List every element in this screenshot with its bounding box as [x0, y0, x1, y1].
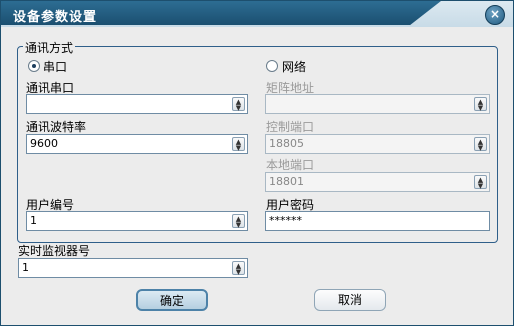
matrix-addr-select[interactable]: ▲ ▼ — [265, 94, 490, 114]
monitor-spinner[interactable]: 1 ▲ ▼ — [18, 258, 248, 278]
spinner-arrows-icon[interactable]: ▲ ▼ — [474, 137, 487, 152]
password-input[interactable]: ****** — [265, 211, 490, 231]
local-port-spinner[interactable]: 18801 ▲ ▼ — [265, 172, 490, 192]
dropdown-arrows-icon[interactable]: ▲ ▼ — [232, 137, 245, 152]
window-title: 设备参数设置 — [13, 10, 98, 25]
title-bar[interactable]: 设备参数设置 × — [1, 1, 513, 27]
spinner-arrows-icon[interactable]: ▲ ▼ — [232, 214, 245, 229]
baud-select[interactable]: 9600 ▲ ▼ — [26, 134, 248, 154]
close-button[interactable]: × — [485, 5, 505, 25]
ctrl-port-label: 控制端口 — [266, 120, 315, 134]
ctrl-port-value: 18805 — [269, 137, 304, 150]
radio-network-label: 网络 — [282, 60, 307, 74]
dropdown-arrows-icon[interactable]: ▲ ▼ — [232, 97, 245, 112]
radio-network[interactable] — [266, 60, 278, 72]
comm-group-title: 通讯方式 — [23, 39, 76, 56]
dropdown-arrows-icon[interactable]: ▲ ▼ — [474, 97, 487, 112]
monitor-value: 1 — [22, 261, 29, 274]
monitor-label: 实时监视器号 — [18, 244, 91, 258]
password-value: ****** — [269, 214, 302, 227]
device-settings-dialog: 设备参数设置 × 通讯方式 串口 网络 通讯串口 ▲ ▼ 矩阵地址 ▲ ▼ 通讯波特… — [0, 0, 514, 326]
user-no-value: 1 — [30, 214, 37, 227]
local-port-value: 18801 — [269, 175, 304, 188]
ok-button[interactable]: 确定 — [136, 289, 208, 311]
baud-label: 通讯波特率 — [26, 120, 87, 134]
user-no-spinner[interactable]: 1 ▲ ▼ — [26, 211, 248, 231]
spinner-arrows-icon[interactable]: ▲ ▼ — [232, 261, 245, 276]
radio-serial[interactable] — [28, 60, 40, 72]
baud-value: 9600 — [30, 137, 58, 150]
radio-selected-dot — [32, 64, 36, 68]
serial-port-select[interactable]: ▲ ▼ — [26, 94, 248, 114]
ctrl-port-spinner[interactable]: 18805 ▲ ▼ — [265, 134, 490, 154]
local-port-label: 本地端口 — [266, 158, 315, 172]
radio-serial-label: 串口 — [43, 60, 68, 74]
cancel-button[interactable]: 取消 — [314, 289, 386, 311]
spinner-arrows-icon[interactable]: ▲ ▼ — [474, 175, 487, 190]
